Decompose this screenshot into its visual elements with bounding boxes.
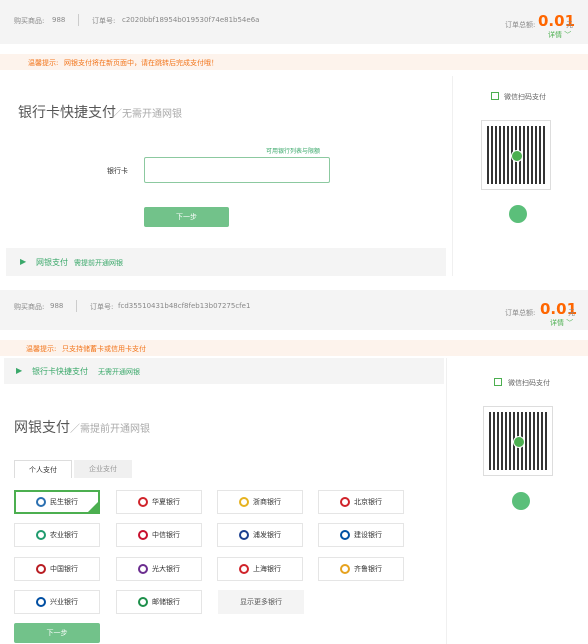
top-order-label: 订单号: (92, 17, 116, 25)
top-wechat-icon (509, 205, 527, 223)
bottom-divider (76, 300, 77, 312)
bottom-order-bar (0, 290, 588, 330)
bottom-scan-icon (494, 378, 502, 386)
bank-name: 上海银行 (253, 565, 281, 573)
tab-personal[interactable]: 个人支付 (14, 460, 72, 478)
bottom-method-subtitle: ／需提前开通网银 (70, 424, 150, 435)
bank-name: 浦发银行 (253, 531, 281, 539)
bank-logo-icon (138, 597, 148, 607)
bank-card-input[interactable] (144, 157, 330, 183)
top-alt-method-subtitle: 需提前开通网银 (74, 259, 123, 267)
top-order-number: c2020bbf18954b019530f74e81b54e6a (122, 16, 260, 24)
bank-option[interactable]: 光大银行 (116, 557, 202, 581)
bank-name: 建设银行 (354, 531, 382, 539)
bottom-wechat-label: 微信扫码支付 (508, 379, 550, 387)
card-label: 银行卡 (107, 167, 128, 175)
supported-banks-link[interactable]: 可用银行列表与限额 (266, 146, 320, 155)
bank-name: 华夏银行 (152, 498, 180, 506)
bottom-method-title: 网银支付 (14, 420, 70, 436)
bank-option[interactable]: 齐鲁银行 (318, 557, 404, 581)
bank-logo-icon (36, 564, 46, 574)
bank-logo-icon (36, 597, 46, 607)
top-order-bar (0, 0, 588, 44)
bottom-warning-label: 温馨提示: (26, 345, 57, 353)
bottom-expand-arrow-icon: ▶ (16, 366, 23, 375)
bank-logo-icon (36, 530, 46, 540)
selected-check-icon (87, 501, 99, 513)
top-wechat-label: 微信扫码支付 (504, 93, 546, 101)
bank-option[interactable]: 浙商银行 (217, 490, 303, 514)
bottom-order-label: 订单号: (90, 303, 114, 311)
top-warning-label: 温馨提示: (28, 59, 59, 67)
bottom-unit: 元 (568, 309, 575, 317)
top-method-title: 银行卡快捷支付 (18, 105, 116, 121)
top-product-value: 988 (52, 16, 66, 24)
bottom-order-number: fcd35510431b48cf8feb13b07275cfe1 (118, 302, 251, 310)
top-total-label: 订单总额: (505, 21, 536, 29)
bank-logo-icon (138, 497, 148, 507)
top-next-button[interactable]: 下一步 (144, 207, 229, 227)
bank-logo-icon (340, 564, 350, 574)
bank-logo-icon (138, 564, 148, 574)
bank-option[interactable]: 中国银行 (14, 557, 100, 581)
bank-name: 北京银行 (354, 498, 382, 506)
top-unit: 元 (566, 21, 573, 29)
bank-option[interactable]: 农业银行 (14, 523, 100, 547)
bottom-warning-text: 只支持储蓄卡或信用卡支付 (62, 345, 146, 353)
top-expand-arrow-icon: ▶ (20, 257, 27, 266)
bank-logo-icon (36, 497, 46, 507)
top-alt-method-title: 网银支付 (36, 258, 68, 267)
bank-name: 邮储银行 (152, 598, 180, 606)
bank-option[interactable]: 邮储银行 (116, 590, 202, 614)
more-banks-button[interactable]: 显示更多银行 (218, 590, 304, 614)
bank-option[interactable]: 华夏银行 (116, 490, 202, 514)
top-qr-wechat-logo-icon (511, 150, 523, 162)
bank-name: 光大银行 (152, 565, 180, 573)
bank-name: 中国银行 (50, 565, 78, 573)
bottom-wechat-icon (512, 492, 530, 510)
top-scan-icon (491, 92, 499, 100)
bottom-qr-wechat-logo-icon (513, 436, 525, 448)
bottom-alt-method-title: 银行卡快捷支付 (32, 367, 88, 376)
top-divider (78, 14, 79, 26)
top-method-subtitle: ／无需开通网银 (112, 109, 182, 120)
bottom-product-label: 购买商品: (14, 303, 45, 311)
bottom-product-value: 988 (50, 302, 64, 310)
bank-name: 民生银行 (50, 498, 78, 506)
bank-option[interactable]: 建设银行 (318, 523, 404, 547)
bank-name: 浙商银行 (253, 498, 281, 506)
bank-name: 齐鲁银行 (354, 565, 382, 573)
bank-logo-icon (138, 530, 148, 540)
top-product-label: 购买商品: (14, 17, 45, 25)
bank-logo-icon (239, 497, 249, 507)
bank-option[interactable]: 兴业银行 (14, 590, 100, 614)
bank-option[interactable]: 上海银行 (217, 557, 303, 581)
bank-logo-icon (340, 530, 350, 540)
bank-logo-icon (340, 497, 350, 507)
tab-business[interactable]: 企业支付 (74, 460, 132, 478)
bank-option[interactable]: 浦发银行 (217, 523, 303, 547)
bank-option[interactable]: 中信银行 (116, 523, 202, 547)
top-detail-link[interactable]: 详情 ﹀ (548, 30, 571, 40)
bottom-total-label: 订单总额: (505, 309, 536, 317)
bank-name: 中信银行 (152, 531, 180, 539)
bank-name: 农业银行 (50, 531, 78, 539)
bottom-alt-method-subtitle: 无需开通网银 (98, 368, 140, 376)
bank-option[interactable]: 北京银行 (318, 490, 404, 514)
bottom-detail-link[interactable]: 详情 ﹀ (550, 318, 573, 328)
top-alt-method-bar[interactable] (6, 248, 446, 276)
bank-logo-icon (239, 530, 249, 540)
bank-option[interactable]: 民生银行 (14, 490, 100, 514)
bottom-next-button[interactable]: 下一步 (14, 623, 100, 643)
bank-name: 兴业银行 (50, 598, 78, 606)
top-warning-text: 网银支付将在新页面中，请在跳转后完成支付哦！ (64, 59, 218, 67)
bank-logo-icon (239, 564, 249, 574)
